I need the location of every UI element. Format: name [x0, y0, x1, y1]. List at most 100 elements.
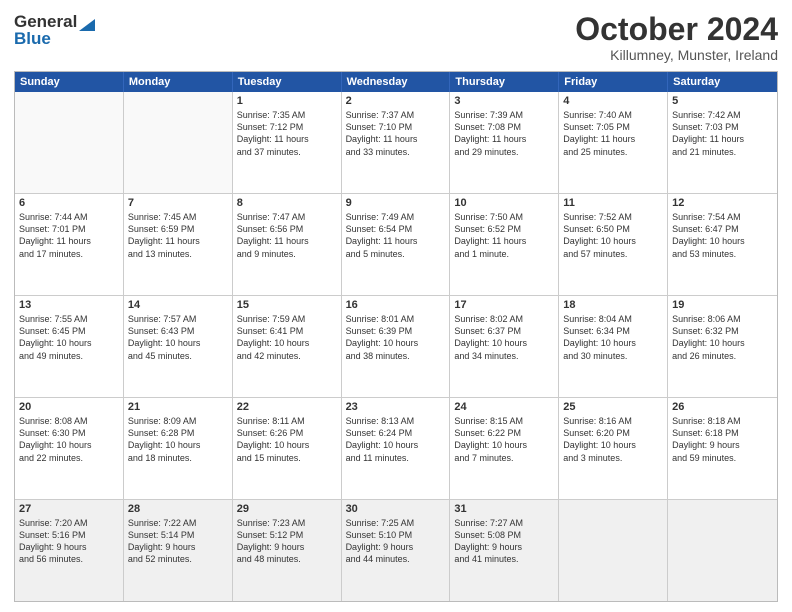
day-cell-1: 1 Sunrise: 7:35 AM Sunset: 7:12 PM Daylig…: [233, 92, 342, 193]
calendar-row-2: 6 Sunrise: 7:44 AM Sunset: 7:01 PM Daylig…: [15, 193, 777, 295]
day-cell-25: 25Sunrise: 8:16 AM Sunset: 6:20 PM Dayli…: [559, 398, 668, 499]
day-number: 7: [128, 197, 228, 209]
day-number: 18: [563, 299, 663, 311]
day-cell-2: 2 Sunrise: 7:37 AM Sunset: 7:10 PM Daylig…: [342, 92, 451, 193]
day-info: Sunrise: 7:54 AM Sunset: 6:47 PM Dayligh…: [672, 212, 745, 258]
day-cell-24: 24Sunrise: 8:15 AM Sunset: 6:22 PM Dayli…: [450, 398, 559, 499]
day-number: 13: [19, 299, 119, 311]
day-info: Sunrise: 8:08 AM Sunset: 6:30 PM Dayligh…: [19, 416, 92, 462]
day-cell-8: 8Sunrise: 7:47 AM Sunset: 6:56 PM Daylig…: [233, 194, 342, 295]
calendar: SundayMondayTuesdayWednesdayThursdayFrid…: [14, 71, 778, 602]
day-cell-19: 19 Sunrise: 8:06 AM Sunset: 6:32 PM Dayli…: [668, 296, 777, 397]
day-number: 19: [672, 299, 773, 311]
page: General Blue October 2024 Killumney, Mun…: [0, 0, 792, 612]
header-day-friday: Friday: [559, 72, 668, 92]
day-cell-7: 7Sunrise: 7:45 AM Sunset: 6:59 PM Daylig…: [124, 194, 233, 295]
day-number: 3: [454, 95, 554, 107]
day-info: Sunrise: 7:35 AM Sunset: 7:12 PM Dayligh…: [237, 110, 309, 156]
day-cell-28: 28 Sunrise: 7:22 AM Sunset: 5:14 PM Dayli…: [124, 500, 233, 601]
day-cell-5: 5 Sunrise: 7:42 AM Sunset: 7:03 PM Daylig…: [668, 92, 777, 193]
day-info: Sunrise: 8:13 AM Sunset: 6:24 PM Dayligh…: [346, 416, 419, 462]
day-number: 26: [672, 401, 773, 413]
day-cell-13: 13 Sunrise: 7:55 AM Sunset: 6:45 PM Dayli…: [15, 296, 124, 397]
day-info: Sunrise: 7:25 AM Sunset: 5:10 PM Dayligh…: [346, 518, 415, 564]
day-cell-6: 6 Sunrise: 7:44 AM Sunset: 7:01 PM Daylig…: [15, 194, 124, 295]
day-number: 2: [346, 95, 446, 107]
day-number: 15: [237, 299, 337, 311]
day-info: Sunrise: 7:37 AM Sunset: 7:10 PM Dayligh…: [346, 110, 418, 156]
logo-arrow-icon: [79, 13, 95, 31]
day-info: Sunrise: 8:11 AM Sunset: 6:26 PM Dayligh…: [237, 416, 310, 462]
day-cell-30: 30 Sunrise: 7:25 AM Sunset: 5:10 PM Dayli…: [342, 500, 451, 601]
day-number: 23: [346, 401, 446, 413]
header-day-thursday: Thursday: [450, 72, 559, 92]
day-cell-21: 21Sunrise: 8:09 AM Sunset: 6:28 PM Dayli…: [124, 398, 233, 499]
day-number: 5: [672, 95, 773, 107]
day-number: 12: [672, 197, 773, 209]
day-info: Sunrise: 8:15 AM Sunset: 6:22 PM Dayligh…: [454, 416, 527, 462]
day-info: Sunrise: 7:50 AM Sunset: 6:52 PM Dayligh…: [454, 212, 526, 258]
logo: General Blue: [14, 12, 95, 49]
calendar-row-5: 27 Sunrise: 7:20 AM Sunset: 5:16 PM Dayli…: [15, 499, 777, 601]
day-cell-23: 23 Sunrise: 8:13 AM Sunset: 6:24 PM Dayli…: [342, 398, 451, 499]
day-number: 16: [346, 299, 446, 311]
day-cell-20: 20Sunrise: 8:08 AM Sunset: 6:30 PM Dayli…: [15, 398, 124, 499]
calendar-header: SundayMondayTuesdayWednesdayThursdayFrid…: [15, 72, 777, 92]
logo-blue: Blue: [14, 29, 51, 49]
day-cell-12: 12 Sunrise: 7:54 AM Sunset: 6:47 PM Dayli…: [668, 194, 777, 295]
day-cell-27: 27 Sunrise: 7:20 AM Sunset: 5:16 PM Dayli…: [15, 500, 124, 601]
day-cell-10: 10Sunrise: 7:50 AM Sunset: 6:52 PM Dayli…: [450, 194, 559, 295]
header-day-wednesday: Wednesday: [342, 72, 451, 92]
day-info: Sunrise: 8:06 AM Sunset: 6:32 PM Dayligh…: [672, 314, 745, 360]
day-number: 29: [237, 503, 337, 515]
calendar-body: 1 Sunrise: 7:35 AM Sunset: 7:12 PM Daylig…: [15, 92, 777, 601]
month-title: October 2024: [575, 12, 778, 47]
day-number: 1: [237, 95, 337, 107]
header-day-saturday: Saturday: [668, 72, 777, 92]
day-info: Sunrise: 7:40 AM Sunset: 7:05 PM Dayligh…: [563, 110, 635, 156]
day-info: Sunrise: 7:20 AM Sunset: 5:16 PM Dayligh…: [19, 518, 88, 564]
day-cell-18: 18 Sunrise: 8:04 AM Sunset: 6:34 PM Dayli…: [559, 296, 668, 397]
day-cell-16: 16 Sunrise: 8:01 AM Sunset: 6:39 PM Dayli…: [342, 296, 451, 397]
day-cell-9: 9Sunrise: 7:49 AM Sunset: 6:54 PM Daylig…: [342, 194, 451, 295]
day-info: Sunrise: 7:52 AM Sunset: 6:50 PM Dayligh…: [563, 212, 636, 258]
day-number: 30: [346, 503, 446, 515]
title-area: October 2024 Killumney, Munster, Ireland: [575, 12, 778, 63]
day-number: 14: [128, 299, 228, 311]
day-number: 6: [19, 197, 119, 209]
calendar-row-1: 1 Sunrise: 7:35 AM Sunset: 7:12 PM Daylig…: [15, 92, 777, 193]
day-info: Sunrise: 7:44 AM Sunset: 7:01 PM Dayligh…: [19, 212, 91, 258]
day-cell-15: 15Sunrise: 7:59 AM Sunset: 6:41 PM Dayli…: [233, 296, 342, 397]
day-info: Sunrise: 7:57 AM Sunset: 6:43 PM Dayligh…: [128, 314, 201, 360]
day-info: Sunrise: 7:23 AM Sunset: 5:12 PM Dayligh…: [237, 518, 306, 564]
day-cell-4: 4Sunrise: 7:40 AM Sunset: 7:05 PM Daylig…: [559, 92, 668, 193]
header-day-tuesday: Tuesday: [233, 72, 342, 92]
day-cell-11: 11 Sunrise: 7:52 AM Sunset: 6:50 PM Dayli…: [559, 194, 668, 295]
day-cell-3: 3Sunrise: 7:39 AM Sunset: 7:08 PM Daylig…: [450, 92, 559, 193]
day-cell-26: 26 Sunrise: 8:18 AM Sunset: 6:18 PM Dayli…: [668, 398, 777, 499]
day-number: 27: [19, 503, 119, 515]
calendar-row-4: 20Sunrise: 8:08 AM Sunset: 6:30 PM Dayli…: [15, 397, 777, 499]
empty-cell: [124, 92, 233, 193]
day-info: Sunrise: 8:04 AM Sunset: 6:34 PM Dayligh…: [563, 314, 636, 360]
day-cell-22: 22 Sunrise: 8:11 AM Sunset: 6:26 PM Dayli…: [233, 398, 342, 499]
day-info: Sunrise: 8:18 AM Sunset: 6:18 PM Dayligh…: [672, 416, 741, 462]
day-number: 25: [563, 401, 663, 413]
day-info: Sunrise: 7:55 AM Sunset: 6:45 PM Dayligh…: [19, 314, 92, 360]
day-info: Sunrise: 8:02 AM Sunset: 6:37 PM Dayligh…: [454, 314, 527, 360]
calendar-row-3: 13 Sunrise: 7:55 AM Sunset: 6:45 PM Dayli…: [15, 295, 777, 397]
day-info: Sunrise: 7:47 AM Sunset: 6:56 PM Dayligh…: [237, 212, 309, 258]
day-number: 28: [128, 503, 228, 515]
empty-cell: [668, 500, 777, 601]
day-number: 31: [454, 503, 554, 515]
location: Killumney, Munster, Ireland: [575, 47, 778, 63]
day-number: 11: [563, 197, 663, 209]
day-number: 22: [237, 401, 337, 413]
day-cell-14: 14 Sunrise: 7:57 AM Sunset: 6:43 PM Dayli…: [124, 296, 233, 397]
day-info: Sunrise: 7:42 AM Sunset: 7:03 PM Dayligh…: [672, 110, 744, 156]
day-cell-29: 29 Sunrise: 7:23 AM Sunset: 5:12 PM Dayli…: [233, 500, 342, 601]
header-day-sunday: Sunday: [15, 72, 124, 92]
empty-cell: [15, 92, 124, 193]
day-info: Sunrise: 7:22 AM Sunset: 5:14 PM Dayligh…: [128, 518, 197, 564]
day-info: Sunrise: 8:01 AM Sunset: 6:39 PM Dayligh…: [346, 314, 419, 360]
